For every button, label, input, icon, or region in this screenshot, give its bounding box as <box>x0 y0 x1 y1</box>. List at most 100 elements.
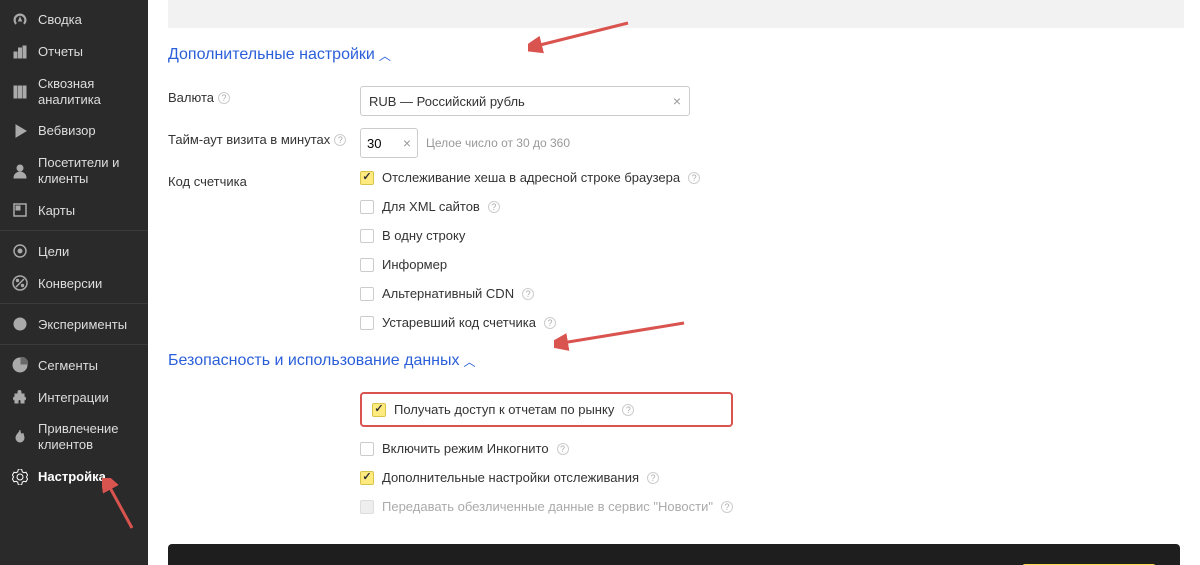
sidebar-item-visitors[interactable]: Посетители и клиенты <box>0 147 148 194</box>
sidebar-item-acquisition[interactable]: Привлечение клиентов <box>0 413 148 460</box>
counter-code-block: Код счетчика Скопировать код При установ… <box>168 544 1180 565</box>
columns-icon <box>12 84 28 100</box>
currency-select[interactable]: RUB — Российский рубль × <box>360 86 690 116</box>
checkbox-row[interactable]: Дополнительные настройки отслеживания? <box>360 470 733 485</box>
svg-text:ab: ab <box>16 320 25 329</box>
checkbox-label: Информер <box>382 257 447 272</box>
sidebar: Сводка Отчеты Сквозная аналитика Вебвизо… <box>0 0 148 565</box>
sidebar-item-webvisor[interactable]: Вебвизор <box>0 115 148 147</box>
checkbox[interactable] <box>360 258 374 272</box>
section-additional-toggle[interactable]: Дополнительные настройки ︿ <box>168 46 1180 64</box>
hint-icon[interactable]: ? <box>488 201 500 213</box>
clear-icon[interactable]: × <box>673 93 681 109</box>
sidebar-item-label: Посетители и клиенты <box>38 155 136 186</box>
checkbox[interactable] <box>360 471 374 485</box>
checkbox[interactable] <box>360 229 374 243</box>
sidebar-item-settings[interactable]: Настройка <box>0 461 148 493</box>
checkbox[interactable] <box>360 171 374 185</box>
play-icon <box>12 123 28 139</box>
checkbox <box>360 500 374 514</box>
hint-icon[interactable]: ? <box>688 172 700 184</box>
sidebar-item-summary[interactable]: Сводка <box>0 4 148 36</box>
sidebar-item-segments[interactable]: Сегменты <box>0 349 148 381</box>
sidebar-item-maps[interactable]: Карты <box>0 194 148 226</box>
gauge-icon <box>12 12 28 28</box>
sidebar-item-label: Настройка <box>38 469 106 485</box>
checkbox[interactable] <box>360 316 374 330</box>
section-additional-title: Дополнительные настройки <box>168 46 375 64</box>
flame-icon <box>12 429 28 445</box>
sidebar-item-label: Привлечение клиентов <box>38 421 136 452</box>
hint-icon[interactable]: ? <box>218 92 230 104</box>
sidebar-item-integrations[interactable]: Интеграции <box>0 381 148 413</box>
flask-icon: ab <box>12 316 28 332</box>
hint-icon[interactable]: ? <box>622 404 634 416</box>
checkbox[interactable] <box>360 287 374 301</box>
gear-icon <box>12 469 28 485</box>
hint-icon[interactable]: ? <box>721 501 733 513</box>
bars-icon <box>12 44 28 60</box>
checkbox-row: Передавать обезличенные данные в сервис … <box>360 499 733 514</box>
checkbox-row[interactable]: Альтернативный CDN? <box>360 286 700 301</box>
sidebar-item-label: Вебвизор <box>38 123 96 139</box>
currency-value: RUB — Российский рубль <box>369 94 525 109</box>
chevron-up-icon: ︿ <box>379 47 391 64</box>
currency-label: Валюта ? <box>168 86 360 105</box>
chevron-up-icon: ︿ <box>464 353 476 370</box>
maps-icon <box>12 202 28 218</box>
checkbox-row[interactable]: Отслеживание хеша в адресной строке брау… <box>360 170 700 185</box>
sidebar-item-label: Конверсии <box>38 276 102 292</box>
checkbox-label: Включить режим Инкогнито <box>382 441 549 456</box>
percent-icon <box>12 275 28 291</box>
checkbox-row[interactable]: Для XML сайтов? <box>360 199 700 214</box>
timeout-hint: Целое число от 30 до 360 <box>426 136 570 150</box>
person-icon <box>12 163 28 179</box>
timeout-input-wrap: × <box>360 128 418 158</box>
sidebar-item-label: Сегменты <box>38 358 98 374</box>
section-security-title: Безопасность и использование данных <box>168 352 460 370</box>
main-panel: Дополнительные настройки ︿ Валюта ? RUB … <box>148 0 1200 565</box>
hint-icon[interactable]: ? <box>544 317 556 329</box>
checkbox[interactable] <box>360 200 374 214</box>
hint-icon[interactable]: ? <box>522 288 534 300</box>
checkbox-label: Передавать обезличенные данные в сервис … <box>382 499 713 514</box>
checkbox-label: Альтернативный CDN <box>382 286 514 301</box>
sidebar-item-label: Эксперименты <box>38 317 127 333</box>
timeout-label: Тайм-аут визита в минутах ? <box>168 128 360 147</box>
target-icon <box>12 243 28 259</box>
puzzle-icon <box>12 389 28 405</box>
clear-icon[interactable]: × <box>403 135 411 151</box>
sidebar-item-label: Интеграции <box>38 390 109 406</box>
top-bar <box>168 0 1184 28</box>
checkbox-row[interactable]: Устаревший код счетчика? <box>360 315 700 330</box>
hint-icon[interactable]: ? <box>557 443 569 455</box>
counter-code-label: Код счетчика <box>168 170 360 189</box>
sidebar-item-label: Сквозная аналитика <box>38 76 136 107</box>
checkbox-label: Получать доступ к отчетам по рынку <box>394 402 614 417</box>
pie-icon <box>12 357 28 373</box>
sidebar-item-conversions[interactable]: Конверсии <box>0 267 148 299</box>
hint-icon[interactable]: ? <box>647 472 659 484</box>
highlighted-checkbox: Получать доступ к отчетам по рынку? <box>360 392 733 427</box>
section-security-toggle[interactable]: Безопасность и использование данных ︿ <box>168 352 1180 370</box>
checkbox-row[interactable]: Информер <box>360 257 700 272</box>
sidebar-item-reports[interactable]: Отчеты <box>0 36 148 68</box>
checkbox-label: Дополнительные настройки отслеживания <box>382 470 639 485</box>
checkbox-label: В одну строку <box>382 228 465 243</box>
timeout-input[interactable] <box>367 136 397 151</box>
sidebar-item-label: Карты <box>38 203 75 219</box>
sidebar-item-label: Сводка <box>38 12 82 28</box>
hint-icon[interactable]: ? <box>334 134 346 146</box>
sidebar-item-label: Цели <box>38 244 69 260</box>
checkbox-row[interactable]: Получать доступ к отчетам по рынку? <box>372 402 634 417</box>
checkbox-label: Для XML сайтов <box>382 199 480 214</box>
checkbox[interactable] <box>372 403 386 417</box>
sidebar-item-endtoend[interactable]: Сквозная аналитика <box>0 68 148 115</box>
checkbox-row[interactable]: В одну строку <box>360 228 700 243</box>
checkbox-row[interactable]: Включить режим Инкогнито? <box>360 441 733 456</box>
checkbox-label: Устаревший код счетчика <box>382 315 536 330</box>
sidebar-item-experiments[interactable]: ab Эксперименты <box>0 308 148 340</box>
checkbox[interactable] <box>360 442 374 456</box>
sidebar-item-goals[interactable]: Цели <box>0 235 148 267</box>
checkbox-label: Отслеживание хеша в адресной строке брау… <box>382 170 680 185</box>
